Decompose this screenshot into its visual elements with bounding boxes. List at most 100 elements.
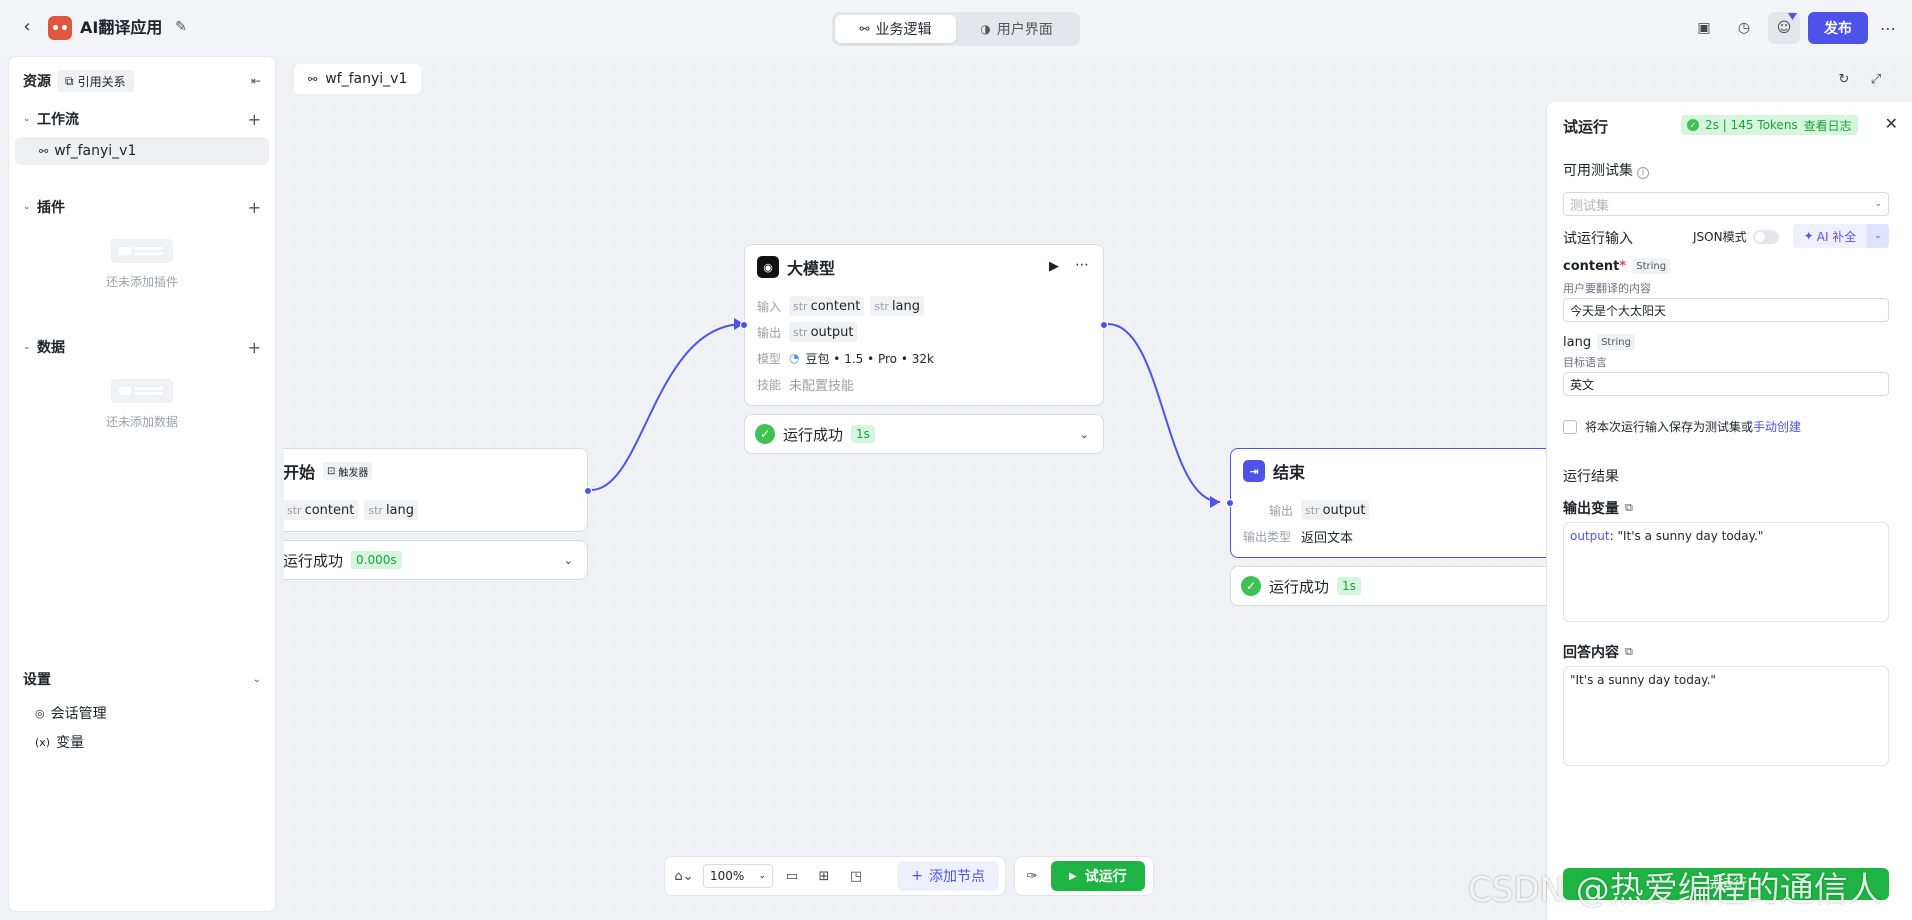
- output-var-header: 输出变量 ⧉: [1563, 498, 1633, 518]
- success-check-icon: ✓: [1687, 119, 1699, 131]
- copy-icon[interactable]: ⧉: [1625, 645, 1633, 659]
- comment-icon[interactable]: ▭: [779, 863, 805, 889]
- llm-input-handle[interactable]: [740, 321, 748, 329]
- output-key: output: [1570, 529, 1610, 543]
- empty-illustration-icon: [111, 379, 173, 403]
- copy-icon[interactable]: ⧉: [1625, 501, 1633, 515]
- plugin-empty-state: 还未添加插件: [9, 239, 275, 290]
- output-var-label: 输出变量: [1563, 501, 1619, 517]
- answer-header: 回答内容 ⧉: [1563, 642, 1633, 662]
- workflow-icon: ⚯: [39, 144, 49, 158]
- run-meta-text: 2s | 145 Tokens: [1705, 118, 1798, 132]
- play-icon: ▶: [1069, 870, 1077, 882]
- section-data-label: 数据: [37, 340, 65, 356]
- start-duration-badge: 0.000s: [351, 551, 402, 569]
- edge-llm-to-end: [1107, 323, 1221, 503]
- debug-tool-icon[interactable]: ✑: [1019, 863, 1045, 889]
- chevron-down-icon[interactable]: ⌄: [1867, 224, 1889, 248]
- link-icon: ⧉: [65, 73, 74, 88]
- info-icon[interactable]: i: [1637, 167, 1649, 179]
- test-run-button[interactable]: ▶ 试运行: [1051, 861, 1145, 891]
- more-icon[interactable]: ⋯: [1075, 257, 1089, 273]
- var-name: output: [810, 324, 854, 340]
- start-output-handle[interactable]: [584, 487, 592, 495]
- json-mode-toggle[interactable]: [1752, 229, 1779, 244]
- section-settings[interactable]: 设置 ⌄: [23, 667, 261, 691]
- zoom-value: 100%: [710, 869, 745, 883]
- output-var-pill: str output: [789, 322, 858, 342]
- llm-node-header: ◉ 大模型: [757, 255, 835, 279]
- success-check-icon: ✓: [1241, 576, 1261, 596]
- start-node[interactable]: 开始 ⊡ 触发器 str content str lang: [284, 448, 592, 532]
- skill-label: 技能: [757, 377, 782, 392]
- section-plugin-label: 插件: [37, 200, 65, 216]
- llm-node[interactable]: ◉ 大模型 ▶ ⋯ 输入 str content str lang 输出 str ou…: [740, 244, 1108, 406]
- llm-model: 模型 ◔ 豆包 • 1.5 • Pro • 32k: [757, 347, 934, 369]
- collaborators-icon[interactable]: ☺: [1768, 12, 1800, 44]
- canvas-toolbar: ⌂⌄ 100% ⌄ ▭ ⊞ ◳ + 添加节点: [664, 856, 1006, 896]
- testset-label: 可用测试集 i: [1563, 160, 1649, 180]
- history-icon[interactable]: ◷: [1728, 12, 1760, 44]
- manual-create-link[interactable]: 手动创建: [1753, 420, 1801, 434]
- llm-inputs: 输入 str content str lang: [757, 295, 925, 317]
- minimap-icon[interactable]: ◳: [843, 863, 869, 889]
- end-node[interactable]: ⇥ 结束 输出 str output 输出类型 返回文本: [1226, 448, 1570, 558]
- llm-outputs: 输出 str output: [757, 321, 858, 343]
- archive-icon[interactable]: ▣: [1688, 12, 1720, 44]
- add-plugin-icon[interactable]: +: [248, 198, 261, 217]
- publish-button[interactable]: 发布: [1808, 12, 1868, 44]
- end-input-handle[interactable]: [1226, 499, 1234, 507]
- sidebar-item-variables[interactable]: (x) 变量: [35, 731, 84, 753]
- top-bar: ‹ AI翻译应用 ✎ ⚯ 业务逻辑 ◑ 用户界面 ▣ ◷ ☺ 发布 ⋯: [0, 0, 1912, 56]
- llm-output-handle[interactable]: [1100, 321, 1108, 329]
- add-workflow-icon[interactable]: +: [248, 110, 261, 129]
- app-title: AI翻译应用: [80, 18, 163, 37]
- tab-business-logic[interactable]: ⚯ 业务逻辑: [835, 15, 956, 43]
- save-testset-checkbox[interactable]: [1563, 419, 1577, 434]
- chevron-down-icon[interactable]: ⌄: [564, 554, 573, 567]
- collapse-sidebar-icon[interactable]: ⇤: [251, 74, 261, 88]
- section-data[interactable]: ⌄ 数据 +: [23, 335, 261, 359]
- view-log-link[interactable]: 查看日志: [1804, 117, 1852, 134]
- mouse-mode-icon[interactable]: ⌂⌄: [671, 863, 697, 889]
- lang-input[interactable]: 英文: [1563, 372, 1889, 396]
- sidebar-item-workflow[interactable]: ⚯ wf_fanyi_v1: [15, 137, 269, 165]
- empty-illustration-icon: [111, 239, 173, 263]
- chevron-down-icon[interactable]: ⌄: [1080, 428, 1089, 441]
- workflow-item-label: wf_fanyi_v1: [54, 143, 137, 159]
- answer-box: "It's a sunny day today.": [1563, 666, 1889, 766]
- edit-icon[interactable]: ✎: [172, 18, 190, 36]
- run-meta-badge: ✓ 2s | 145 Tokens 查看日志: [1681, 115, 1858, 135]
- input-label: 输入: [757, 299, 782, 314]
- close-icon[interactable]: ✕: [1885, 114, 1898, 133]
- zoom-select[interactable]: 100% ⌄: [703, 864, 773, 888]
- end-status[interactable]: ✓ 运行成功 1s: [1230, 566, 1570, 606]
- ai-fill-button[interactable]: ✦ AI 补全 ⌄: [1793, 224, 1889, 248]
- required-mark: *: [1619, 258, 1627, 274]
- var-name-text: content: [1563, 258, 1620, 274]
- var-lang-name: lang String: [1563, 334, 1635, 350]
- llm-status[interactable]: ✓ 运行成功 1s ⌄: [744, 414, 1104, 454]
- result-label: 运行结果: [1563, 469, 1619, 485]
- layout-icon[interactable]: ⊞: [811, 863, 837, 889]
- testset-select[interactable]: 测试集 ⌄: [1563, 192, 1889, 216]
- start-outputs: str content str lang: [284, 499, 419, 521]
- tab-user-interface[interactable]: ◑ 用户界面: [956, 15, 1077, 43]
- success-check-icon: ✓: [755, 424, 775, 444]
- sidebar-item-conversation[interactable]: ◎ 会话管理: [35, 702, 107, 724]
- end-node-header: ⇥ 结束: [1243, 459, 1305, 483]
- add-node-button[interactable]: + 添加节点: [897, 861, 999, 891]
- more-icon[interactable]: ⋯: [1876, 19, 1900, 38]
- var-name: content: [304, 502, 355, 518]
- section-plugin[interactable]: ⌄ 插件 +: [23, 195, 261, 219]
- add-data-icon[interactable]: +: [248, 338, 261, 357]
- type-tag: String: [1597, 334, 1635, 350]
- start-status[interactable]: 运行成功 0.000s ⌄: [284, 540, 588, 580]
- reference-button[interactable]: ⧉ 引用关系: [57, 70, 134, 92]
- play-icon[interactable]: ▶: [1049, 259, 1059, 274]
- sidebar-title: 资源: [23, 74, 51, 90]
- section-workflow[interactable]: ⌄ 工作流 +: [23, 107, 261, 131]
- section-workflow-label: 工作流: [37, 112, 79, 128]
- content-input[interactable]: 今天是个大太阳天: [1563, 298, 1889, 322]
- back-arrow-icon[interactable]: ‹: [16, 16, 38, 38]
